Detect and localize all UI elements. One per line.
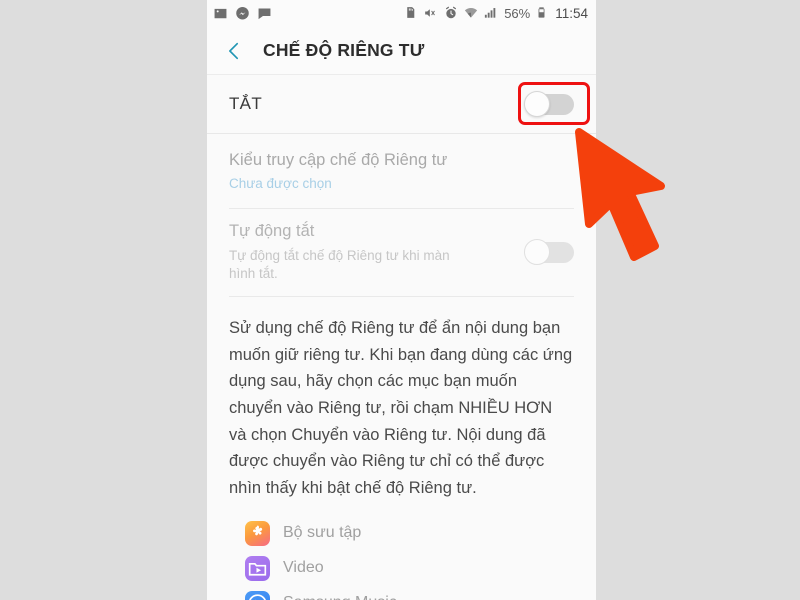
list-item[interactable]: Video (207, 551, 596, 586)
toggle-knob (524, 91, 550, 117)
alarm-icon (444, 6, 459, 21)
phone-screen: 56% 11:54 CHẾ ĐỘ RIÊNG TƯ TẮT Kiểu truy … (207, 0, 596, 600)
video-icon (245, 555, 270, 581)
messenger-icon (235, 6, 250, 21)
auto-off-title: Tự động tắt (229, 222, 315, 240)
battery-icon (535, 6, 550, 21)
private-mode-description: Sử dụng chế độ Riêng tư để ẩn nội dung b… (207, 296, 596, 510)
back-chevron-icon[interactable] (223, 40, 245, 62)
status-bar-clock: 11:54 (555, 6, 588, 21)
master-toggle-label: TẮT (229, 94, 263, 113)
auto-off-toggle[interactable] (524, 239, 576, 266)
photo-icon (213, 6, 228, 21)
auto-off-row[interactable]: Tự động tắt Tự động tắt chế độ Riêng tư … (207, 209, 596, 296)
private-mode-master-row[interactable]: TẮT (207, 75, 596, 133)
status-bar-right: 56% 11:54 (404, 6, 588, 21)
app-label: Video (283, 559, 324, 577)
supported-apps-list: Bộ sưu tập Video Samsu (207, 509, 596, 600)
app-bar: CHẾ ĐỘ RIÊNG TƯ (207, 27, 596, 75)
wifi-icon (464, 6, 479, 21)
private-mode-master-toggle[interactable] (524, 91, 576, 117)
chat-icon (257, 6, 272, 21)
page-title: CHẾ ĐỘ RIÊNG TƯ (263, 40, 425, 60)
signal-icon (484, 6, 499, 21)
access-type-title: Kiểu truy cập chế độ Riêng tư (229, 151, 448, 170)
list-item[interactable]: Bộ sưu tập (207, 516, 596, 551)
music-icon (245, 590, 270, 600)
app-label: Samsung Music (283, 594, 397, 600)
status-bar: 56% 11:54 (207, 0, 596, 27)
auto-off-text-block: Tự động tắt Tự động tắt chế độ Riêng tư … (229, 221, 524, 284)
list-item[interactable]: Samsung Music (207, 586, 596, 600)
access-type-value: Chưa được chọn (229, 175, 332, 191)
sd-card-icon (404, 6, 419, 21)
app-label: Bộ sưu tập (283, 524, 362, 542)
battery-percent: 56% (504, 6, 531, 21)
screenshot-stage: 56% 11:54 CHẾ ĐỘ RIÊNG TƯ TẮT Kiểu truy … (0, 0, 800, 600)
status-bar-left (213, 6, 272, 21)
auto-off-description: Tự động tắt chế độ Riêng tư khi màn hình… (229, 247, 450, 282)
vibrate-mute-icon (424, 6, 439, 21)
access-type-row[interactable]: Kiểu truy cập chế độ Riêng tư Chưa được … (207, 134, 596, 208)
gallery-icon (245, 520, 270, 546)
